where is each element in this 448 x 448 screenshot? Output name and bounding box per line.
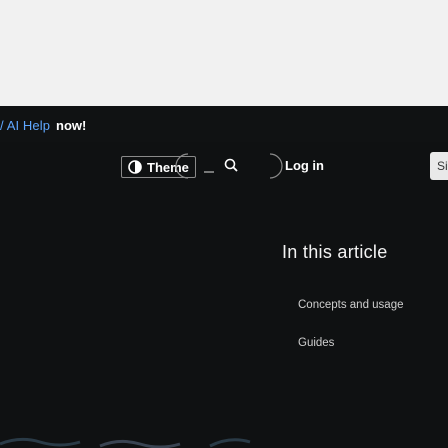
toc-item-guides[interactable]: Guides [298,324,404,362]
search-icon [224,158,238,172]
banner-ai-help-link[interactable]: / AI Help [0,118,50,133]
decorative-waves [0,437,251,448]
banner-text-row: / AI Help now! [0,117,87,133]
login-link[interactable]: Log in [285,158,324,173]
article-toc: Concepts and usage Guides [298,286,404,362]
article-toc-heading: In this article [282,242,388,262]
top-content-area [0,0,448,106]
site-toolbar: Theme Log in Si [0,148,448,188]
toc-item-concepts[interactable]: Concepts and usage [298,286,404,324]
banner-now-label: now! [56,117,87,133]
ai-help-banner[interactable]: / AI Help now! [0,106,448,142]
theme-toggle-icon [128,160,142,174]
search-button[interactable] [174,152,284,180]
sign-up-button[interactable]: Si [430,152,448,180]
